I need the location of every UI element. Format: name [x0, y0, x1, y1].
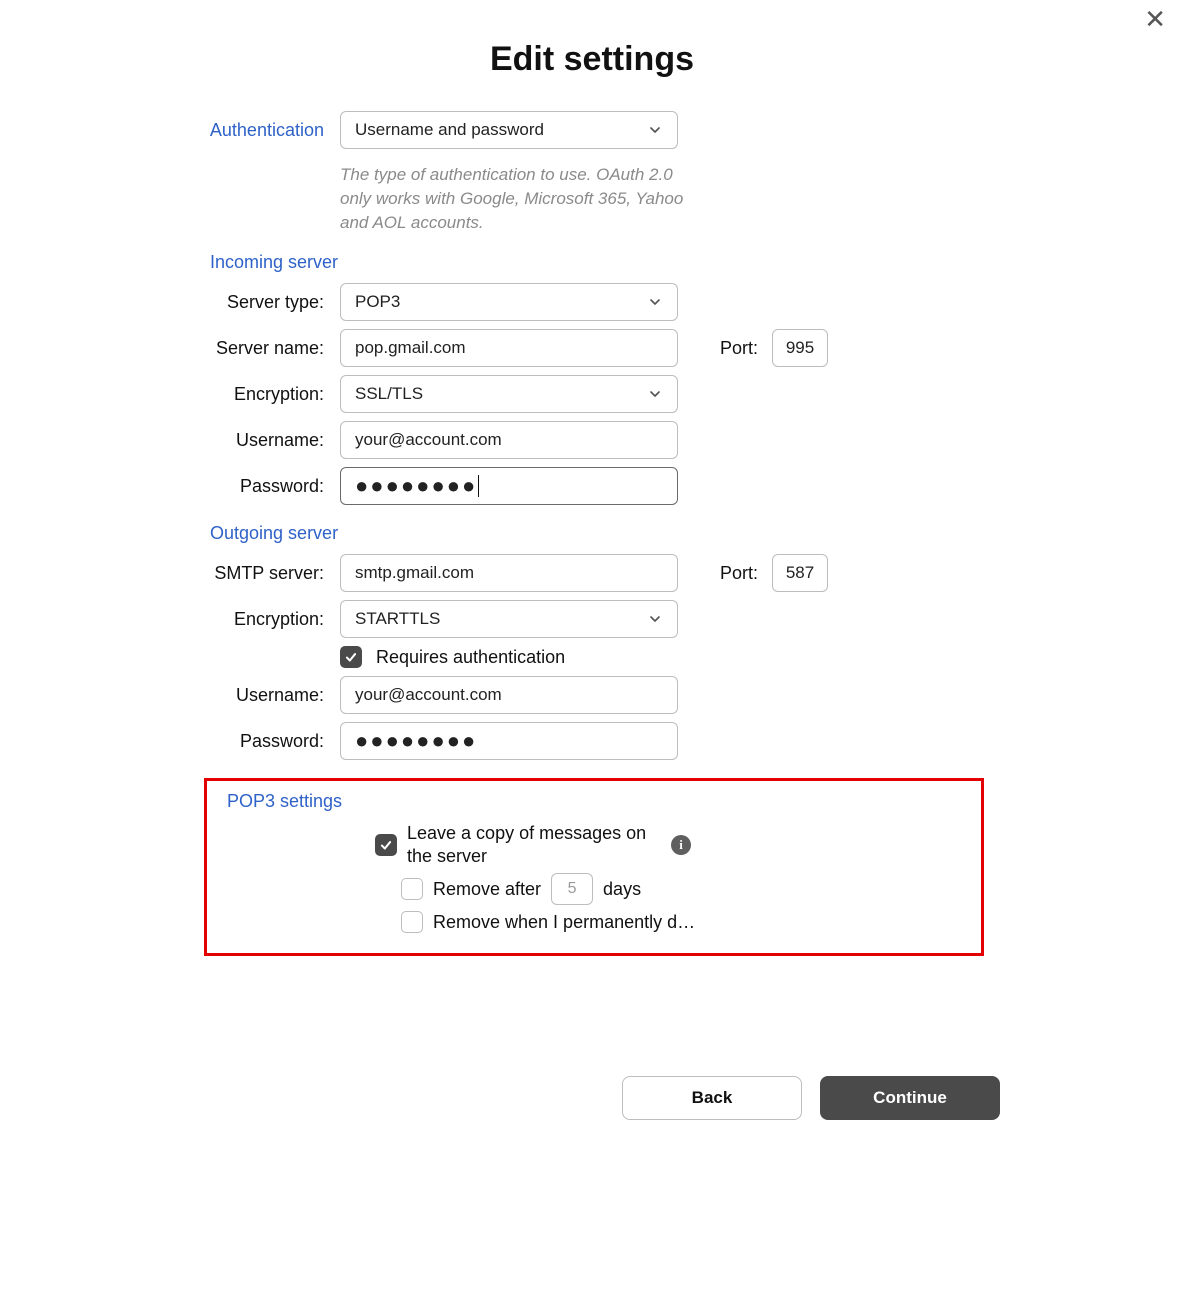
outgoing-server-label: SMTP server:: [0, 563, 340, 584]
requires-auth-label: Requires authentication: [376, 647, 565, 668]
outgoing-encryption-select[interactable]: STARTTLS: [340, 600, 678, 638]
chevron-down-icon: [647, 294, 663, 310]
continue-button[interactable]: Continue: [820, 1076, 1000, 1120]
incoming-username-input[interactable]: [340, 421, 678, 459]
incoming-section-label: Incoming server: [0, 252, 1184, 273]
back-button-label: Back: [692, 1088, 733, 1108]
incoming-server-name-input[interactable]: [340, 329, 678, 367]
continue-button-label: Continue: [873, 1088, 947, 1108]
page-title: Edit settings: [0, 40, 1184, 79]
info-icon[interactable]: i: [671, 835, 691, 855]
leave-copy-label: Leave a copy of messages on the server: [407, 822, 661, 867]
incoming-port-input[interactable]: [772, 329, 828, 367]
outgoing-port-label: Port:: [720, 563, 758, 584]
auth-select-value: Username and password: [355, 120, 544, 140]
pop3-settings-panel: POP3 settings Leave a copy of messages o…: [204, 778, 984, 956]
close-icon[interactable]: ✕: [1144, 6, 1166, 32]
outgoing-section-label: Outgoing server: [0, 523, 1184, 544]
outgoing-username-input[interactable]: [340, 676, 678, 714]
auth-label: Authentication: [0, 120, 340, 141]
chevron-down-icon: [647, 122, 663, 138]
incoming-encryption-label: Encryption:: [0, 384, 340, 405]
incoming-encryption-select[interactable]: SSL/TLS: [340, 375, 678, 413]
password-dots: ●●●●●●●●: [355, 475, 477, 497]
auth-hint: The type of authentication to use. OAuth…: [340, 163, 688, 234]
remove-after-days-input[interactable]: [551, 873, 593, 905]
incoming-port-label: Port:: [720, 338, 758, 359]
incoming-username-label: Username:: [0, 430, 340, 451]
incoming-server-type-value: POP3: [355, 292, 400, 312]
incoming-server-type-select[interactable]: POP3: [340, 283, 678, 321]
requires-auth-checkbox[interactable]: [340, 646, 362, 668]
outgoing-port-input[interactable]: [772, 554, 828, 592]
incoming-password-input[interactable]: ●●●●●●●●: [340, 467, 678, 505]
incoming-encryption-value: SSL/TLS: [355, 384, 423, 404]
incoming-server-name-label: Server name:: [0, 338, 340, 359]
auth-select[interactable]: Username and password: [340, 111, 678, 149]
leave-copy-checkbox[interactable]: [375, 834, 397, 856]
back-button[interactable]: Back: [622, 1076, 802, 1120]
text-cursor: [478, 475, 479, 497]
password-dots: ●●●●●●●●: [355, 730, 477, 752]
remove-when-delete-label: Remove when I permanently delete them fr…: [433, 912, 701, 933]
remove-after-prefix: Remove after: [433, 879, 541, 900]
outgoing-password-input[interactable]: ●●●●●●●●: [340, 722, 678, 760]
chevron-down-icon: [647, 611, 663, 627]
outgoing-username-label: Username:: [0, 685, 340, 706]
remove-after-suffix: days: [603, 879, 641, 900]
remove-when-delete-checkbox[interactable]: [401, 911, 423, 933]
outgoing-encryption-label: Encryption:: [0, 609, 340, 630]
pop3-section-label: POP3 settings: [215, 791, 973, 812]
incoming-password-label: Password:: [0, 476, 340, 497]
outgoing-password-label: Password:: [0, 731, 340, 752]
chevron-down-icon: [647, 386, 663, 402]
outgoing-server-input[interactable]: [340, 554, 678, 592]
remove-after-checkbox[interactable]: [401, 878, 423, 900]
outgoing-encryption-value: STARTTLS: [355, 609, 440, 629]
incoming-server-type-label: Server type:: [0, 292, 340, 313]
